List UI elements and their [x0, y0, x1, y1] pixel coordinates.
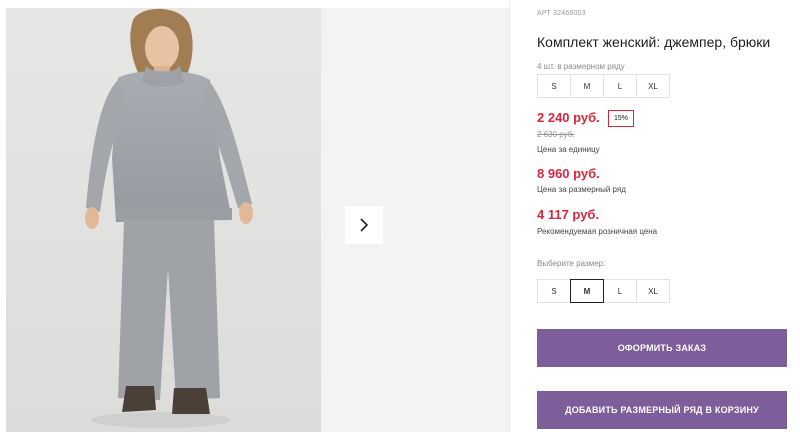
product-gallery — [6, 8, 509, 432]
size-option-s[interactable]: S — [537, 279, 571, 303]
gallery-next-button[interactable] — [345, 206, 383, 244]
size-selector: S M L XL — [537, 279, 670, 303]
divider — [509, 0, 510, 432]
size-row-item: M — [570, 74, 604, 98]
row-price-label: Цена за размерный ряд — [537, 185, 626, 194]
old-price: 2 630 руб. — [537, 130, 575, 139]
article-number: АРТ 32466003 — [537, 10, 586, 17]
size-row-item: S — [537, 74, 571, 98]
size-option-l[interactable]: L — [603, 279, 637, 303]
size-selector-label: Выберите размер: — [537, 259, 606, 268]
unit-price-label: Цена за единицу — [537, 145, 600, 154]
row-price: 8 960 руб. — [537, 166, 600, 181]
retail-price-label: Рекомендуемая розничная цена — [537, 227, 658, 236]
product-page: АРТ 32466003 Комплект женский: джемпер, … — [0, 0, 800, 432]
size-option-m[interactable]: M — [570, 279, 604, 303]
retail-price: 4 117 руб. — [537, 207, 600, 222]
size-row-item: XL — [636, 74, 670, 98]
model-illustration — [85, 8, 253, 428]
size-option-xl[interactable]: XL — [636, 279, 670, 303]
unit-price: 2 240 руб. — [537, 110, 600, 125]
size-row-item: L — [603, 74, 637, 98]
product-title: Комплект женский: джемпер, брюки — [537, 34, 771, 50]
product-photo[interactable] — [6, 8, 321, 432]
size-row-list: S M L XL — [537, 74, 670, 98]
chevron-right-icon — [360, 218, 369, 232]
size-row-note: 4 шт. в размерном ряду — [537, 62, 625, 71]
place-order-button[interactable]: ОФОРМИТЬ ЗАКАЗ — [537, 329, 787, 367]
discount-badge: 15% — [608, 110, 635, 127]
add-to-cart-button[interactable]: ДОБАВИТЬ РАЗМЕРНЫЙ РЯД В КОРЗИНУ — [537, 391, 787, 429]
